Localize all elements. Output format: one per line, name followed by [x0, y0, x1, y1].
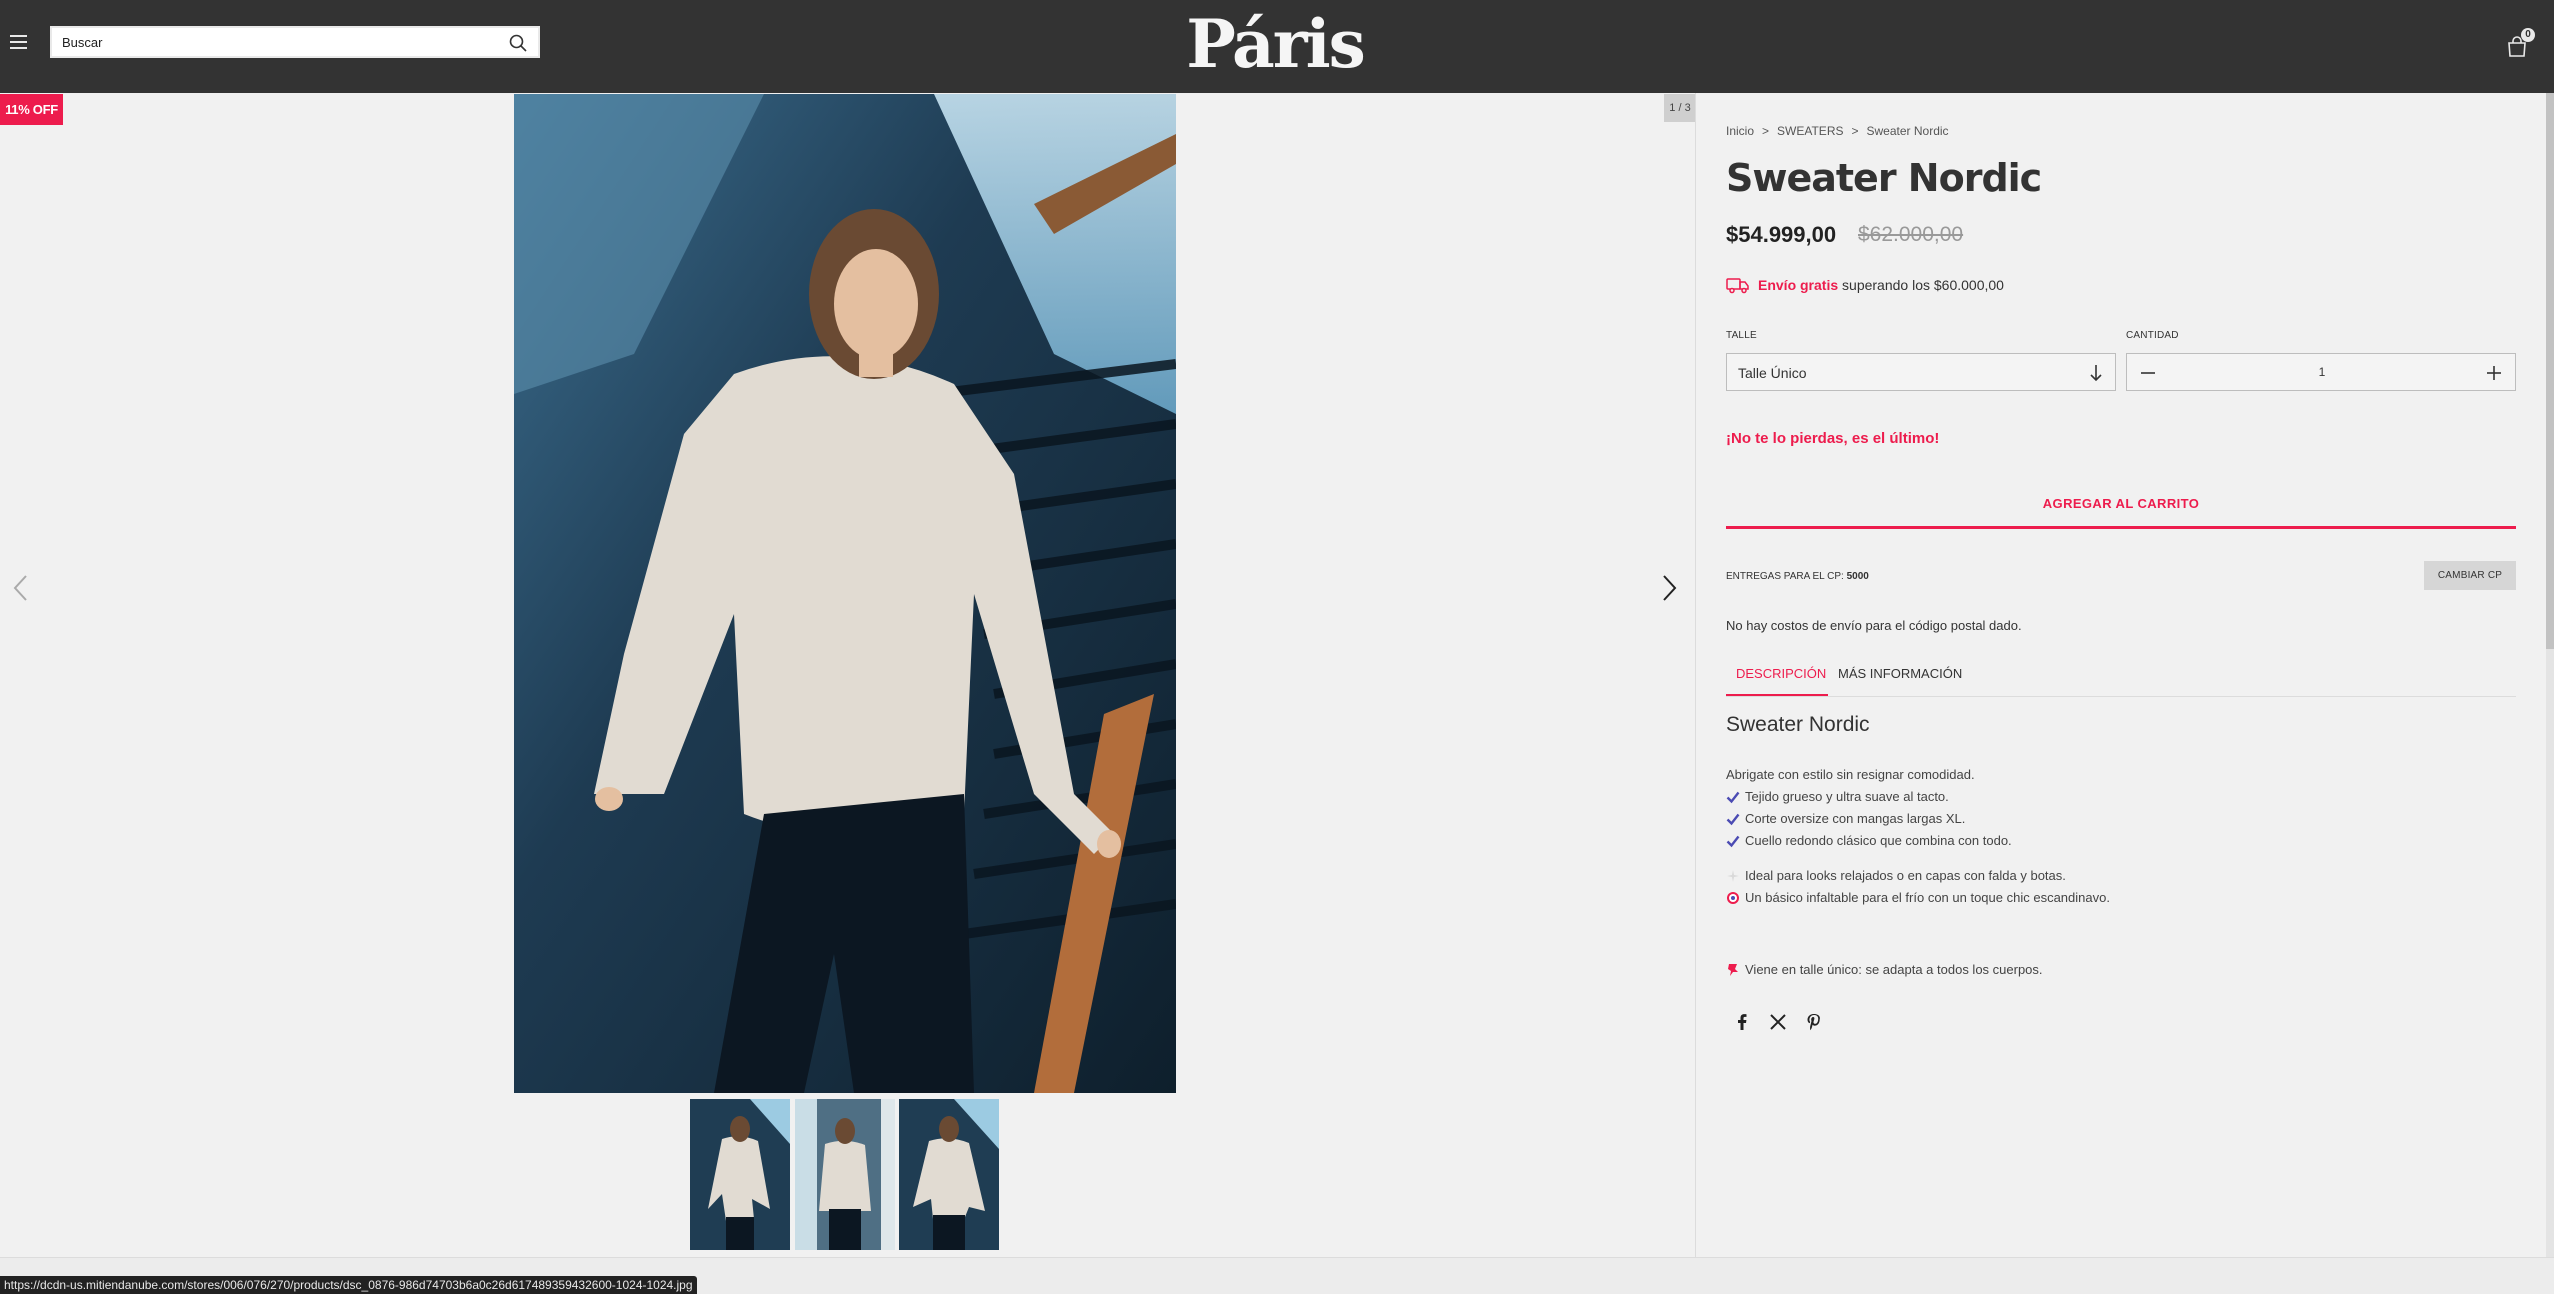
sparkle-icon — [1727, 869, 1739, 882]
basic-line: Un básico infaltable para el frío con un… — [1726, 890, 2110, 905]
description-title: Sweater Nordic — [1726, 713, 1870, 736]
check-icon — [1726, 813, 1740, 825]
pin-icon — [1728, 963, 1738, 976]
ideal-text: Ideal para looks relajados o en capas co… — [1745, 868, 2066, 883]
target-icon — [1727, 891, 1739, 904]
feature-item: Tejido grueso y ultra suave al tacto. — [1726, 789, 1949, 804]
breadcrumb-current: Sweater Nordic — [1866, 124, 1949, 138]
free-shipping-info: Envío gratis superando los $60.000,00 — [1726, 276, 2004, 294]
active-tab-indicator — [1726, 694, 1828, 696]
menu-icon[interactable] — [10, 35, 27, 49]
chevron-left-icon[interactable] — [10, 572, 32, 604]
status-bar-url: https://dcdn-us.mitiendanube.com/stores/… — [0, 1276, 697, 1294]
thumbnail-3-image — [899, 1099, 999, 1250]
ideal-line: Ideal para looks relajados o en capas co… — [1726, 868, 2066, 883]
quantity-label: CANTIDAD — [2126, 330, 2179, 341]
thumbnail-2[interactable] — [795, 1099, 895, 1250]
scrollbar-thumb[interactable] — [2546, 93, 2554, 649]
check-icon — [1726, 835, 1740, 847]
feature-text: Tejido grueso y ultra suave al tacto. — [1745, 789, 1949, 804]
free-shipping-rest: superando los $60.000,00 — [1842, 277, 2004, 293]
description-intro-text: Abrigate con estilo sin resignar comodid… — [1726, 767, 1975, 782]
search-icon[interactable] — [508, 33, 528, 53]
check-icon — [1726, 791, 1740, 803]
breadcrumb: Inicio > SWEATERS > Sweater Nordic — [1726, 124, 1949, 138]
cart-count-badge: 0 — [2521, 28, 2535, 42]
search-box[interactable] — [50, 26, 540, 58]
delivery-cp-info: ENTREGAS PARA EL CP: 5000 — [1726, 571, 1869, 582]
basic-text: Un básico infaltable para el frío con un… — [1745, 890, 2110, 905]
x-twitter-icon[interactable] — [1768, 1012, 1788, 1032]
tab-more-info[interactable]: MÁS INFORMACIÓN — [1838, 666, 1962, 681]
quantity-input[interactable] — [2187, 354, 2457, 390]
store-logo[interactable]: Páris — [1185, 4, 1366, 84]
feature-item: Cuello redondo clásico que combina con t… — [1726, 833, 2012, 848]
tab-description[interactable]: DESCRIPCIÓN — [1736, 666, 1826, 681]
product-photo-illustration — [514, 94, 1176, 1093]
search-input[interactable] — [52, 28, 492, 56]
breadcrumb-separator: > — [1851, 124, 1859, 138]
delivery-cp: 5000 — [1846, 571, 1869, 582]
breadcrumb-separator: > — [1762, 124, 1770, 138]
product-title: Sweater Nordic — [1726, 156, 2042, 200]
product-main-image[interactable] — [514, 94, 1176, 1093]
truck-icon — [1726, 278, 1749, 294]
no-shipping-cost-message: No hay costos de envío para el código po… — [1726, 618, 2022, 633]
size-select[interactable]: Talle Único — [1726, 353, 2116, 391]
free-shipping-strong: Envío gratis — [1758, 277, 1839, 293]
discount-badge: 11% OFF — [0, 94, 63, 125]
plus-icon[interactable] — [2483, 362, 2505, 384]
feature-item: Corte oversize con mangas largas XL. — [1726, 811, 1965, 826]
size-label: TALLE — [1726, 330, 1757, 341]
delivery-prefix: ENTREGAS PARA EL CP: — [1726, 571, 1844, 582]
last-unit-notice: ¡No te lo pierdas, es el último! — [1726, 430, 1940, 447]
site-header: Páris 0 — [0, 0, 2554, 93]
quantity-stepper — [2126, 353, 2516, 391]
cart-button[interactable]: 0 — [2506, 28, 2536, 58]
thumbnail-1-image — [690, 1099, 790, 1250]
breadcrumb-home[interactable]: Inicio — [1726, 124, 1754, 138]
add-to-cart-button[interactable]: AGREGAR AL CARRITO — [1726, 481, 2516, 529]
thumbnail-2-image — [795, 1099, 895, 1250]
thumbnail-1[interactable] — [690, 1099, 790, 1250]
feature-text: Corte oversize con mangas largas XL. — [1745, 811, 1966, 826]
image-counter: 1 / 3 — [1664, 94, 1696, 122]
facebook-icon[interactable] — [1732, 1012, 1752, 1032]
product-price-old: $62.000,00 — [1858, 223, 1964, 246]
product-price: $54.999,00 — [1726, 222, 1837, 247]
arrow-down-icon — [2090, 365, 2102, 382]
change-cp-button[interactable]: CAMBIAR CP — [2424, 561, 2516, 590]
description-intro: Abrigate con estilo sin resignar comodid… — [1726, 767, 1975, 782]
minus-icon[interactable] — [2137, 362, 2159, 384]
scrollbar[interactable] — [2546, 93, 2554, 1257]
breadcrumb-category[interactable]: SWEATERS — [1777, 124, 1843, 138]
product-tabs: DESCRIPCIÓN MÁS INFORMACIÓN — [1726, 660, 2516, 697]
pinterest-icon[interactable] — [1804, 1012, 1824, 1032]
chevron-right-icon[interactable] — [1658, 572, 1680, 604]
size-note-line: Viene en talle único: se adapta a todos … — [1726, 962, 2043, 977]
size-note-text: Viene en talle único: se adapta a todos … — [1745, 962, 2043, 977]
panel-divider — [1695, 93, 1696, 1257]
feature-text: Cuello redondo clásico que combina con t… — [1745, 833, 2012, 848]
size-select-value: Talle Único — [1738, 365, 1807, 381]
thumbnail-3[interactable] — [899, 1099, 999, 1250]
